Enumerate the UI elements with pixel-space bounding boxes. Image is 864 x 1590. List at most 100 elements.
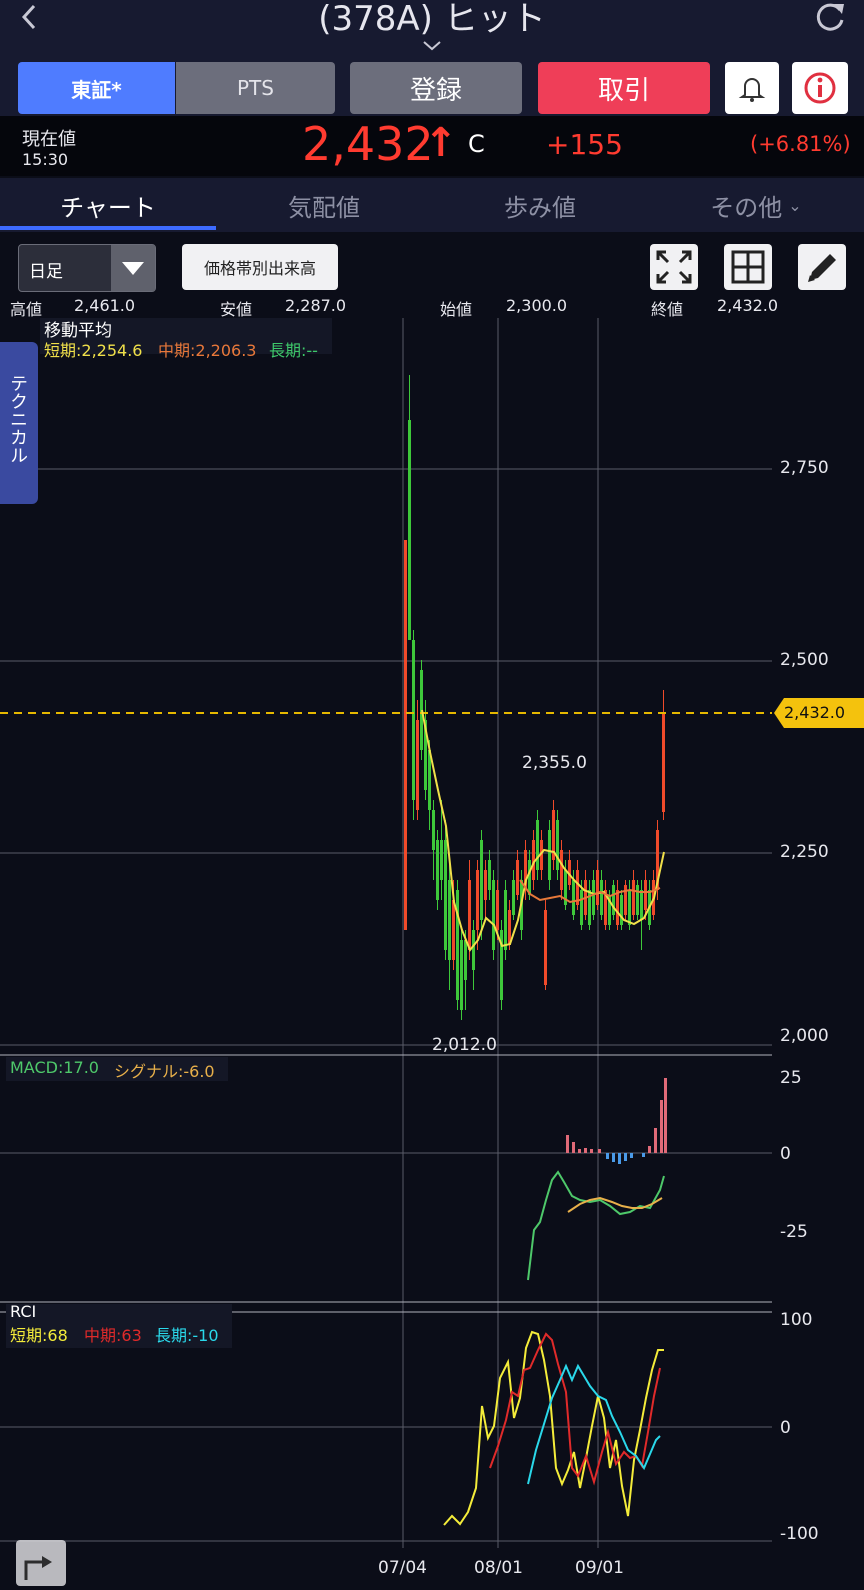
rci-mid-label: 中期:63	[84, 1326, 142, 1345]
candle-body	[632, 880, 635, 915]
volume-by-price-label: 価格帯別出来高	[203, 259, 316, 278]
candle-body	[444, 840, 447, 950]
candle-body	[416, 720, 419, 810]
pencil-icon[interactable]	[798, 244, 846, 290]
current-price: 2,432	[302, 117, 434, 171]
candle-body	[464, 940, 467, 980]
price-change: +155	[546, 128, 623, 161]
current-price-tag-value: 2,432.0	[784, 703, 846, 722]
candle-body	[484, 870, 487, 900]
tse-button[interactable]: 東証*	[18, 62, 175, 114]
low-label: 安値	[220, 300, 253, 319]
pts-button[interactable]: PTS	[176, 62, 335, 114]
candle-body	[480, 840, 483, 920]
candle-body	[662, 714, 665, 812]
close-value: 2,432.0	[717, 296, 779, 315]
candle-body	[600, 880, 603, 915]
tab-ticks[interactable]: 歩み値	[432, 178, 648, 232]
candle-body	[580, 890, 583, 925]
candle-body	[624, 885, 627, 915]
chevron-down-icon[interactable]	[420, 38, 444, 54]
candle-body	[452, 900, 455, 960]
grid-icon[interactable]	[724, 244, 772, 290]
active-tab-indicator	[0, 226, 216, 230]
expand-icon[interactable]	[650, 244, 698, 290]
macd-tick-minus25: -25	[780, 1222, 808, 1242]
candle-body	[616, 890, 619, 925]
high-value: 2,461.0	[74, 296, 136, 315]
candle-body	[440, 840, 443, 880]
price-chart[interactable]	[0, 318, 864, 1558]
candle-body	[640, 890, 643, 920]
date-label-0801: 08/01	[474, 1558, 523, 1578]
dropdown-icon	[111, 245, 155, 291]
scroll-back-icon[interactable]	[16, 1540, 66, 1586]
ma-long-label: 長期:--	[269, 341, 318, 360]
refresh-icon[interactable]	[812, 0, 848, 34]
page-title: (378A) ヒット	[318, 0, 546, 39]
high-label: 高値	[10, 300, 43, 319]
candle-body	[404, 540, 407, 930]
price-tick-2500: 2,500	[780, 650, 829, 670]
technical-side-tab-label: テクニカル	[7, 374, 28, 464]
price-tick-2750: 2,750	[780, 458, 829, 478]
candle-body	[504, 890, 507, 950]
close-flag: C	[468, 130, 485, 158]
current-price-label: 現在値	[22, 129, 76, 150]
technical-side-tab[interactable]: テクニカル	[0, 342, 38, 504]
period-label: 日足	[29, 262, 63, 282]
high-annotation: 2,355.0	[522, 753, 587, 773]
candle-body	[436, 840, 439, 900]
tab-other[interactable]: その他 ⌄	[648, 178, 864, 232]
rci-title: RCI	[10, 1302, 37, 1321]
tab-board[interactable]: 気配値	[216, 178, 432, 232]
ma-short-label: 短期:2,254.6	[44, 341, 143, 360]
candle-body	[488, 860, 491, 890]
bell-icon[interactable]	[725, 62, 779, 114]
close-label: 終値	[651, 300, 684, 319]
chart-background	[0, 318, 772, 1558]
rci-tick-minus100: -100	[780, 1524, 819, 1544]
candle-body	[620, 895, 623, 925]
open-value: 2,300.0	[506, 296, 568, 315]
candle-body	[544, 910, 547, 985]
info-icon[interactable]	[792, 62, 848, 114]
rci-long-label: 長期:-10	[155, 1326, 219, 1345]
rci-tick-100: 100	[780, 1310, 813, 1330]
candle-body	[592, 880, 595, 915]
candle-body	[412, 640, 415, 800]
candle-body	[496, 890, 499, 930]
candle-body	[408, 420, 411, 640]
candle-body	[512, 880, 515, 915]
candle-body	[596, 870, 599, 905]
quote-bar: 現在値 15:30 2,432 ↑ C +155 (+6.81%)	[0, 116, 864, 176]
candle-body	[548, 830, 551, 880]
ma-mid-label: 中期:2,206.3	[158, 341, 257, 360]
candle-body	[516, 860, 519, 895]
trade-button[interactable]: 取引	[538, 62, 710, 114]
chevron-down-icon: ⌄	[788, 195, 802, 215]
candle-body	[432, 810, 435, 850]
current-price-tag: 2,432.0	[774, 698, 864, 728]
period-select[interactable]: 日足	[18, 244, 156, 292]
low-annotation: 2,012.0	[432, 1035, 497, 1055]
up-arrow-icon: ↑	[424, 120, 458, 166]
candle-body	[636, 885, 639, 915]
price-change-percent: (+6.81%)	[750, 132, 851, 156]
candle-body	[612, 885, 615, 915]
candle-body	[556, 820, 559, 870]
candle-body	[456, 890, 459, 1000]
candle-body	[628, 890, 631, 925]
macd-tick-25: 25	[780, 1068, 802, 1088]
tab-bar: チャート 気配値 歩み値 その他 ⌄	[0, 178, 864, 232]
quote-time: 15:30	[22, 150, 69, 169]
rci-short-label: 短期:68	[10, 1326, 68, 1345]
candle-body	[468, 880, 471, 950]
candle-body	[528, 860, 531, 895]
tab-chart[interactable]: チャート	[0, 178, 216, 232]
macd-tick-0: 0	[780, 1144, 791, 1164]
volume-by-price-button[interactable]: 価格帯別出来高	[182, 244, 338, 290]
macd-signal: シグナル:-6.0	[114, 1062, 215, 1081]
register-button[interactable]: 登録	[350, 62, 522, 114]
candle-body	[472, 930, 475, 970]
